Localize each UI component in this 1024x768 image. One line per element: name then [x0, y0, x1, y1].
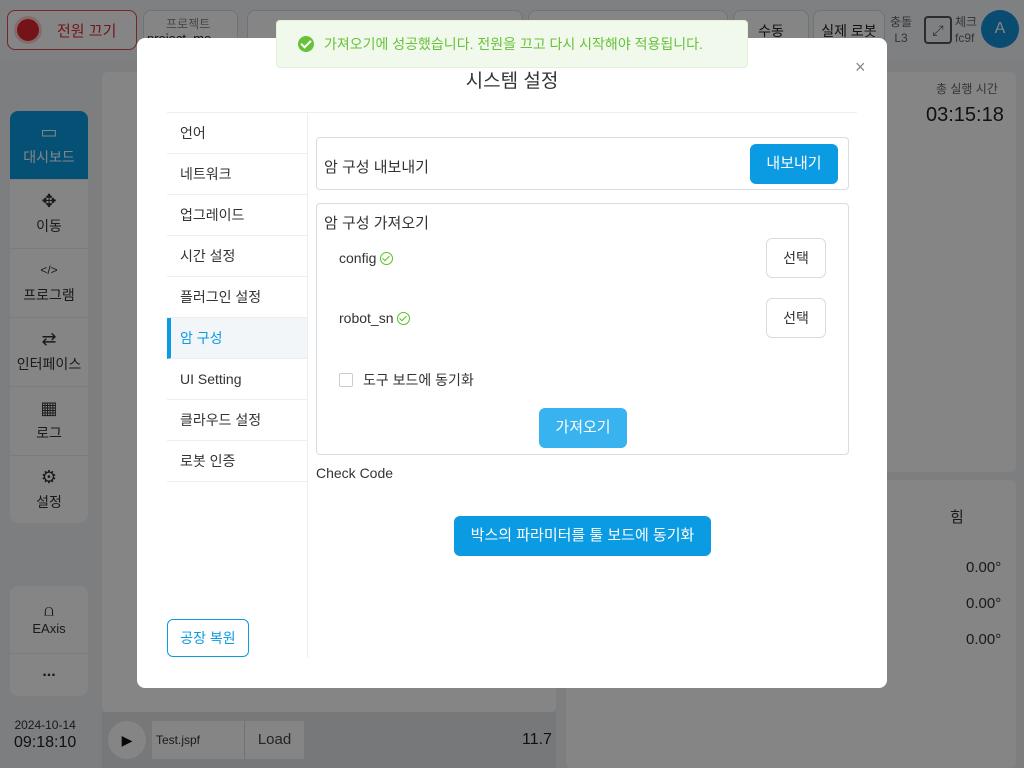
factory-reset-button[interactable]: 공장 복원: [167, 619, 249, 657]
config-select-button[interactable]: 선택: [766, 238, 826, 278]
config-file-name: config: [339, 250, 377, 266]
menu-item-robot-auth[interactable]: 로봇 인증: [167, 441, 307, 482]
config-file-row: config: [339, 250, 394, 266]
check-circle-icon: [397, 311, 411, 325]
arm-config-import-section: 암 구성 가져오기 config 선택 robot_sn 선택 도구 보드에 동…: [316, 203, 849, 455]
menu-item-network[interactable]: 네트워크: [167, 154, 307, 195]
menu-item-time-settings[interactable]: 시간 설정: [167, 236, 307, 277]
success-toast: 가져오기에 성공했습니다. 전원을 끄고 다시 시작해야 적용됩니다.: [276, 20, 748, 68]
sync-tool-board-checkbox[interactable]: [339, 373, 353, 387]
robot-sn-file-name: robot_sn: [339, 310, 394, 326]
sync-box-params-button[interactable]: 박스의 파라미터를 툴 보드에 동기화: [454, 516, 711, 556]
sync-tool-board-label: 도구 보드에 동기화: [363, 372, 474, 388]
menu-divider: [307, 113, 308, 658]
arm-config-export-section: 암 구성 내보내기 내보내기: [316, 137, 849, 190]
menu-item-cloud-settings[interactable]: 클라우드 설정: [167, 400, 307, 441]
check-circle-icon: [380, 251, 394, 265]
menu-item-plugin-settings[interactable]: 플러그인 설정: [167, 277, 307, 318]
robot-sn-select-button[interactable]: 선택: [766, 298, 826, 338]
robot-sn-file-row: robot_sn: [339, 310, 411, 326]
menu-item-language[interactable]: 언어: [167, 113, 307, 154]
menu-item-ui-setting[interactable]: UI Setting: [167, 359, 307, 400]
check-code-label: Check Code: [316, 465, 394, 481]
menu-item-arm-config[interactable]: 암 구성: [167, 318, 307, 359]
import-label: 암 구성 가져오기: [324, 215, 429, 232]
export-button[interactable]: 내보내기: [750, 144, 838, 184]
dialog-title: 시스템 설정: [465, 71, 559, 92]
menu-item-upgrade[interactable]: 업그레이드: [167, 195, 307, 236]
system-settings-dialog: 시스템 설정 × 언어 네트워크 업그레이드 시간 설정 플러그인 설정 암 구…: [137, 38, 887, 688]
success-check-icon: [298, 36, 314, 52]
toast-message: 가져오기에 성공했습니다. 전원을 끄고 다시 시작해야 적용됩니다.: [324, 36, 703, 52]
export-label: 암 구성 내보내기: [324, 159, 429, 176]
import-button[interactable]: 가져오기: [539, 408, 627, 448]
close-icon[interactable]: ×: [855, 57, 866, 78]
sync-tool-board-option[interactable]: 도구 보드에 동기화: [339, 370, 474, 390]
settings-menu: 언어 네트워크 업그레이드 시간 설정 플러그인 설정 암 구성 UI Sett…: [167, 113, 307, 482]
